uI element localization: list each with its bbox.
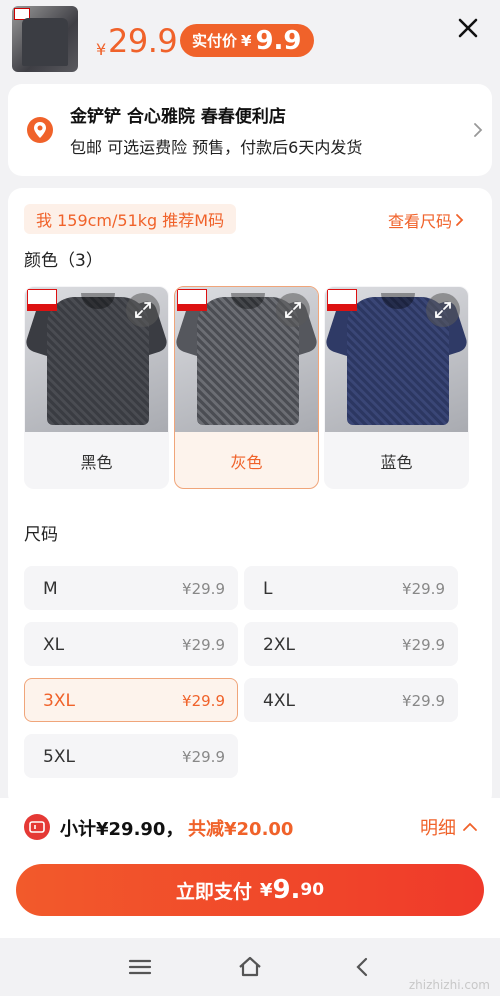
pay-now-button[interactable]: 立即支付 ¥ 9. 90: [16, 864, 484, 916]
color-image: [25, 287, 168, 432]
chevron-right-icon: [456, 214, 464, 226]
color-option-blue[interactable]: 蓝色: [324, 286, 469, 489]
brand-logo-icon: [327, 289, 357, 311]
brand-logo-icon: [177, 289, 207, 311]
size-label: 3XL: [43, 691, 75, 711]
color-image: [175, 287, 318, 432]
zoom-button[interactable]: [276, 293, 310, 327]
size-price: ¥29.9: [182, 748, 225, 766]
size-chart-link[interactable]: 查看尺码: [388, 208, 466, 232]
actual-price-value: 9.9: [255, 25, 302, 56]
color-image: [325, 287, 468, 432]
tshirt-image: [22, 18, 68, 66]
size-option-3xl[interactable]: 3XL ¥29.9: [24, 678, 238, 722]
shop-name: 金铲铲 合心雅院 春春便利店: [70, 107, 286, 127]
size-option-5xl[interactable]: 5XL ¥29.9: [24, 734, 238, 778]
pay-amount-decimal: 90: [300, 880, 325, 900]
price-value: 29.9: [108, 22, 178, 60]
chevron-right-icon: [474, 123, 483, 137]
checkout-bar: 小计¥29.90， 共减¥20.00 明细 立即支付 ¥ 9. 90: [0, 798, 500, 938]
pay-currency: ¥: [259, 879, 273, 901]
size-price: ¥29.9: [402, 580, 445, 598]
size-option-l[interactable]: L ¥29.9: [244, 566, 458, 610]
size-chart-label: 查看尺码: [388, 212, 453, 231]
actual-price-label: 实付价: [192, 32, 238, 50]
zoom-button[interactable]: [126, 293, 160, 327]
menu-icon[interactable]: [126, 953, 154, 981]
shop-address-card[interactable]: 金铲铲 合心雅院 春春便利店 包邮 可选运费险 预售，付款后6天内发货: [8, 84, 492, 176]
color-name: 黑色: [80, 453, 113, 472]
system-nav-bar: zhizhizhi.com: [0, 938, 500, 996]
subtotal-text: 小计¥29.90，: [60, 819, 184, 840]
zoom-button[interactable]: [426, 293, 460, 327]
sku-header: ¥ 29.9 实付价 ¥ 9.9: [0, 0, 500, 82]
product-thumbnail[interactable]: [12, 6, 78, 72]
color-section-title: 颜色（3）: [24, 251, 103, 271]
size-label: 4XL: [263, 691, 295, 711]
price-currency: ¥: [96, 40, 107, 59]
color-name: 蓝色: [380, 453, 413, 472]
coupon-icon: [24, 814, 50, 840]
discount-text: 共减¥20.00: [188, 819, 294, 840]
size-section-title: 尺码: [24, 525, 58, 545]
home-icon[interactable]: [236, 953, 264, 981]
size-price: ¥29.9: [402, 692, 445, 710]
shipping-info: 包邮 可选运费险 预售，付款后6天内发货: [70, 138, 363, 157]
location-pin-icon: [27, 117, 53, 143]
close-button[interactable]: [454, 14, 482, 42]
size-option-m[interactable]: M ¥29.9: [24, 566, 238, 610]
chevron-up-icon: [463, 822, 477, 831]
size-price: ¥29.9: [182, 692, 225, 710]
size-label: XL: [43, 635, 65, 655]
size-label: 5XL: [43, 747, 75, 767]
color-name: 灰色: [230, 453, 263, 472]
size-option-4xl[interactable]: 4XL ¥29.9: [244, 678, 458, 722]
sku-selection-panel: 我 159cm/51kg 推荐M码 查看尺码 颜色（3） 黑色 灰色 蓝色 尺码…: [8, 188, 492, 808]
actual-price-currency: ¥: [241, 31, 252, 50]
brand-logo-icon: [27, 289, 57, 311]
expand-icon: [285, 302, 301, 318]
size-option-xl[interactable]: XL ¥29.9: [24, 622, 238, 666]
detail-label: 明细: [420, 818, 456, 839]
color-option-gray[interactable]: 灰色: [174, 286, 319, 489]
size-option-2xl[interactable]: 2XL ¥29.9: [244, 622, 458, 666]
size-price: ¥29.9: [182, 580, 225, 598]
size-recommendation[interactable]: 我 159cm/51kg 推荐M码: [24, 204, 237, 234]
size-price: ¥29.9: [402, 636, 445, 654]
expand-icon: [435, 302, 451, 318]
color-option-black[interactable]: 黑色: [24, 286, 169, 489]
size-price: ¥29.9: [182, 636, 225, 654]
back-icon[interactable]: [348, 953, 376, 981]
watermark: zhizhizhi.com: [408, 978, 490, 992]
size-label: L: [263, 579, 273, 599]
pay-label: 立即支付: [175, 880, 252, 903]
actual-price-badge: 实付价 ¥ 9.9: [180, 24, 314, 57]
pay-amount-integer: 9.: [272, 875, 301, 905]
price-detail-toggle[interactable]: 明细: [420, 814, 478, 840]
size-label: M: [43, 579, 58, 599]
expand-icon: [135, 302, 151, 318]
size-label: 2XL: [263, 635, 295, 655]
close-icon: [458, 18, 478, 38]
